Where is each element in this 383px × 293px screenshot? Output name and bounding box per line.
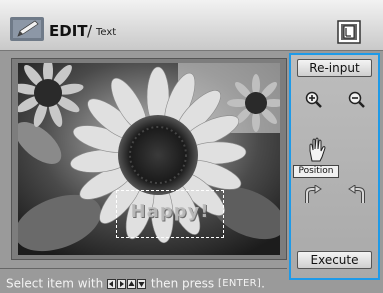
hint-suffix: . bbox=[261, 276, 265, 291]
hint-middle: then press bbox=[150, 276, 215, 291]
down-arrow-key-icon bbox=[137, 278, 147, 289]
position-label: Position bbox=[293, 165, 339, 178]
header-bar: EDIT / Text bbox=[0, 0, 383, 51]
execute-button[interactable]: Execute bbox=[297, 251, 372, 269]
text-stamp: Happy! bbox=[130, 201, 210, 222]
edit-tools-panel: Re-input Position Execute bbox=[289, 53, 380, 280]
up-arrow-key-icon bbox=[127, 278, 137, 289]
rotate-right-icon[interactable] bbox=[347, 185, 367, 205]
photo-preview-frame: Happy! bbox=[11, 58, 287, 260]
reinput-button[interactable]: Re-input bbox=[297, 59, 372, 77]
text-stamp-selection[interactable]: Happy! bbox=[116, 190, 224, 238]
instruction-hint: Select item with then press [ENTER]. bbox=[6, 276, 265, 291]
zoom-in-icon[interactable] bbox=[305, 91, 323, 109]
zoom-out-icon[interactable] bbox=[348, 91, 366, 109]
rotate-left-icon[interactable] bbox=[303, 185, 323, 205]
hint-prefix: Select item with bbox=[6, 276, 104, 291]
page-subtitle: Text bbox=[96, 27, 117, 38]
page-title: EDIT bbox=[49, 22, 88, 40]
edit-pencil-icon bbox=[10, 17, 44, 41]
footer-divider bbox=[0, 268, 287, 269]
print-preview-icon[interactable] bbox=[337, 20, 361, 44]
hand-icon[interactable] bbox=[306, 137, 328, 163]
left-arrow-key-icon bbox=[107, 278, 117, 289]
enter-key-label: [ENTER] bbox=[218, 278, 262, 289]
title-separator: / bbox=[87, 22, 93, 40]
right-arrow-key-icon bbox=[117, 278, 127, 289]
